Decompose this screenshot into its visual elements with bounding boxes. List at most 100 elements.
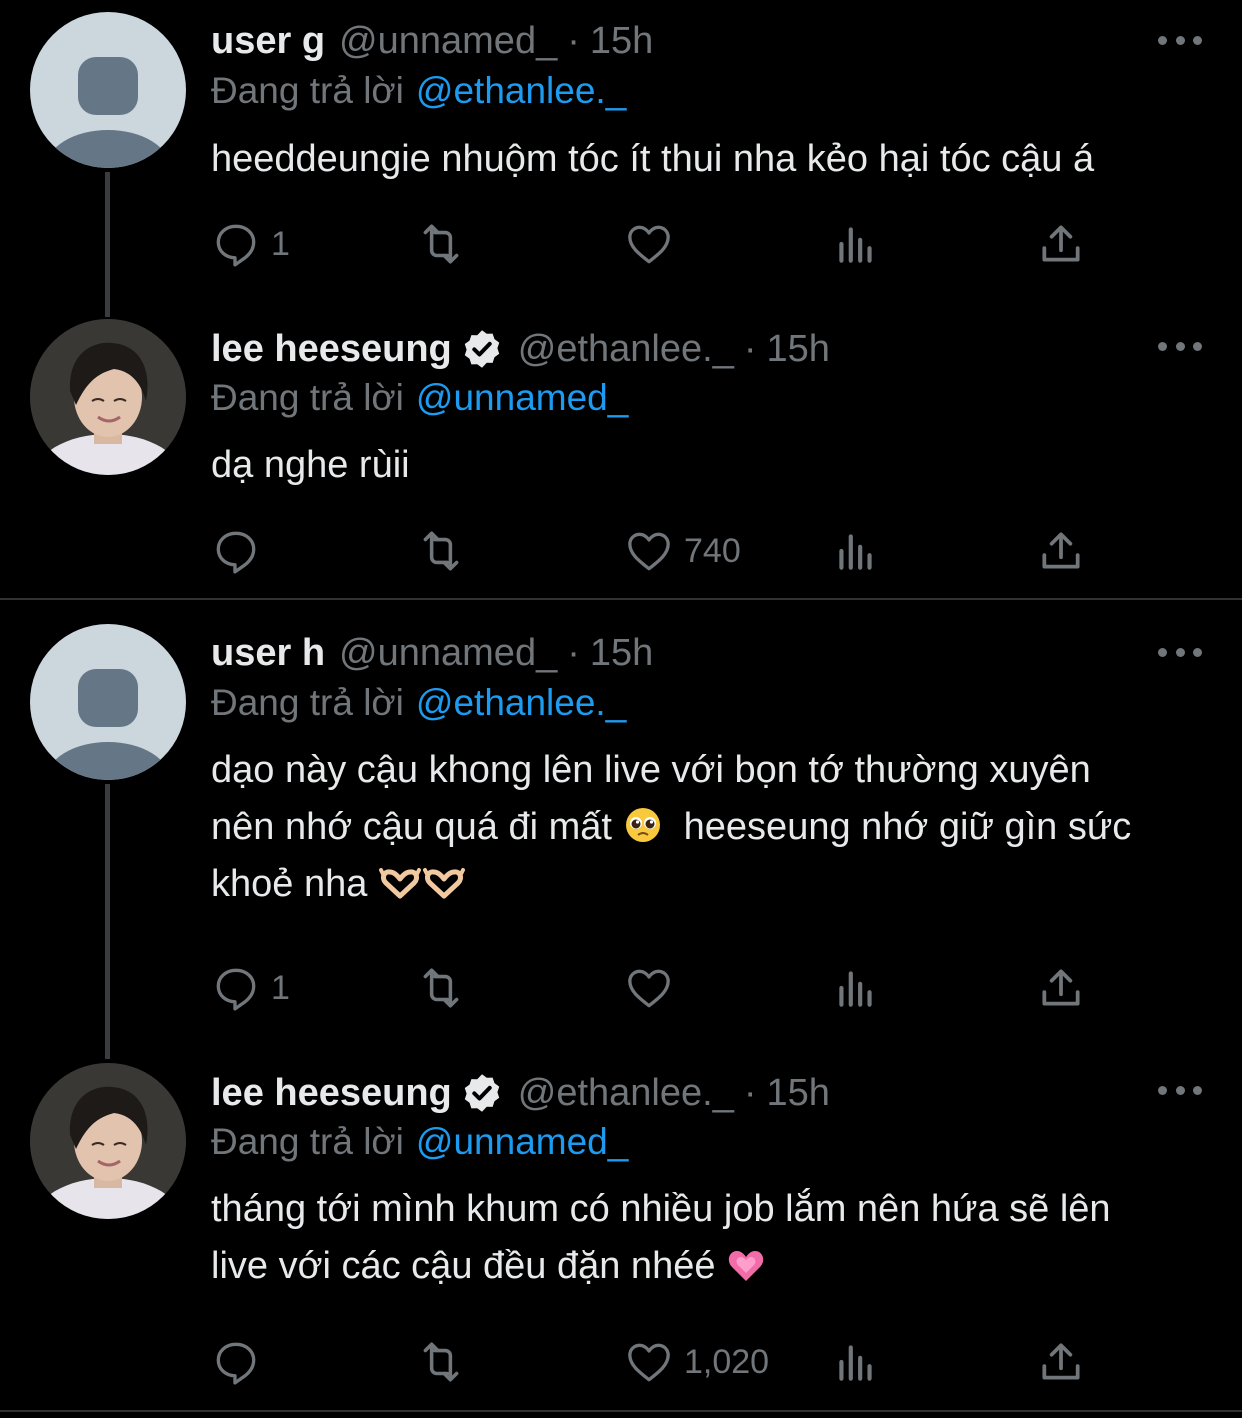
timestamp[interactable]: 15h (590, 20, 653, 63)
replying-to-label: Đang trả lời (211, 70, 404, 111)
reply-button[interactable] (211, 1332, 271, 1392)
retweet-button[interactable] (416, 214, 466, 274)
share-button[interactable] (1036, 214, 1086, 274)
tweet-text-line: heeddeungie nhuộm tóc ít thui nha kẻo hạ… (211, 138, 1095, 180)
replying-to-label: Đang trả lời (211, 377, 404, 418)
tweet-text-line: live với các cậu đều đặn nhéé (211, 1238, 1211, 1295)
separator-dot: · (567, 19, 580, 62)
avatar[interactable] (30, 12, 186, 168)
more-options-button[interactable] (1158, 644, 1202, 660)
mention-link[interactable]: @unnamed_ (416, 1121, 628, 1162)
handle[interactable]: @ethanlee._ (518, 328, 734, 371)
share-icon (1042, 1343, 1080, 1380)
display-name[interactable]: user g (211, 20, 325, 63)
profile-photo-icon (30, 319, 186, 475)
display-name[interactable]: lee heeseung (211, 328, 452, 371)
timestamp[interactable]: 15h (590, 632, 653, 675)
retweet-icon (423, 531, 459, 571)
share-icon (1042, 532, 1080, 569)
analytics-button[interactable] (831, 1332, 881, 1392)
profile-photo-icon (30, 1063, 186, 1219)
mention-link[interactable]: @unnamed_ (416, 377, 628, 418)
analytics-button[interactable] (831, 521, 881, 581)
thread-line (105, 172, 110, 317)
like-count: 740 (684, 531, 741, 570)
tweet-actions: 1,020 (211, 1332, 1091, 1392)
tweet-text: dạo này cậu khong lên live với bọn tớ th… (211, 742, 1211, 913)
avatar[interactable] (30, 624, 186, 780)
more-options-button[interactable] (1158, 338, 1202, 354)
tweet-text: dạ nghe rùii (211, 437, 1211, 494)
separator-dot: · (743, 1071, 757, 1114)
analytics-button[interactable] (831, 214, 881, 274)
reply-button[interactable]: 1 (211, 958, 290, 1018)
share-icon (1042, 969, 1080, 1006)
mention-link[interactable]: @ethanlee._ (416, 682, 626, 723)
reply-icon (216, 968, 256, 1011)
tweet-text-line: tháng tới mình khum có nhiều job lắm nên… (211, 1188, 1111, 1230)
timestamp[interactable]: 15h (767, 1072, 830, 1115)
like-button[interactable]: 1,020 (624, 1332, 769, 1392)
default-avatar-icon (46, 57, 170, 168)
thread-separator (0, 1410, 1242, 1412)
analytics-icon (839, 971, 872, 1007)
tweet-header: user h @unnamed_ · 15h (211, 628, 653, 678)
heart-icon (628, 969, 670, 1008)
heart-icon (628, 1343, 670, 1382)
growing-heart-emoji-icon (728, 1251, 764, 1281)
tweet-text-segment: nên nhớ cậu quá đi mất (211, 806, 612, 848)
pleading-face-emoji-icon (625, 808, 660, 842)
more-options-button[interactable] (1158, 1082, 1202, 1098)
separator-dot: · (567, 631, 580, 674)
heart-hands-emoji-icon (422, 868, 465, 899)
replying-to: Đang trả lời @unnamed_ (211, 1121, 628, 1163)
tweet-header: lee heeseung @ethanlee._ · 15h (211, 1068, 830, 1118)
replying-to-label: Đang trả lời (211, 682, 404, 723)
verified-badge-icon (464, 330, 499, 368)
like-button[interactable]: 740 (624, 521, 741, 581)
analytics-icon (839, 227, 872, 263)
retweet-icon (423, 1342, 459, 1382)
tweet-text-line: nên nhớ cậu quá đi mất heeseung nhớ giữ … (211, 799, 1211, 856)
retweet-icon (423, 224, 459, 264)
tweet-text: tháng tới mình khum có nhiều job lắm nên… (211, 1181, 1211, 1295)
analytics-icon (839, 534, 872, 570)
tweet-header: lee heeseung @ethanlee._ · 15h (211, 324, 830, 374)
analytics-button[interactable] (831, 958, 881, 1018)
handle[interactable]: @ethanlee._ (518, 1072, 734, 1115)
share-button[interactable] (1036, 958, 1086, 1018)
like-button[interactable] (624, 214, 684, 274)
tweet-actions: 1 (211, 214, 1091, 274)
verified-badge-icon (464, 1074, 499, 1112)
default-avatar-icon (46, 669, 170, 780)
replying-to: Đang trả lời @unnamed_ (211, 377, 628, 419)
avatar[interactable] (30, 319, 186, 475)
retweet-button[interactable] (416, 521, 466, 581)
reply-button[interactable] (211, 521, 271, 581)
tweet-text-segment: live với các cậu đều đặn nhéé (211, 1245, 716, 1287)
heart-hands-emoji-icon (378, 868, 421, 899)
handle[interactable]: @unnamed_ (339, 20, 557, 63)
timestamp[interactable]: 15h (767, 328, 830, 371)
display-name[interactable]: lee heeseung (211, 1072, 452, 1115)
reply-button[interactable]: 1 (211, 214, 290, 274)
share-button[interactable] (1036, 1332, 1086, 1392)
retweet-button[interactable] (416, 958, 466, 1018)
thread-separator (0, 598, 1242, 600)
reply-count: 1 (271, 968, 290, 1007)
tweet-text-segment: heeseung nhớ giữ gìn sức (683, 806, 1132, 848)
share-button[interactable] (1036, 521, 1086, 581)
mention-link[interactable]: @ethanlee._ (416, 70, 626, 111)
tweet-text-line: khoẻ nha (211, 856, 1211, 913)
share-icon (1042, 225, 1080, 262)
handle[interactable]: @unnamed_ (339, 632, 557, 675)
more-options-button[interactable] (1158, 32, 1202, 48)
tweet-actions: 1 (211, 958, 1091, 1018)
display-name[interactable]: user h (211, 632, 325, 675)
like-button[interactable] (624, 958, 684, 1018)
retweet-button[interactable] (416, 1332, 466, 1392)
avatar[interactable] (30, 1063, 186, 1219)
reply-count: 1 (271, 224, 290, 263)
thread-line (105, 784, 110, 1059)
tweet-text-line: dạo này cậu khong lên live với bọn tớ th… (211, 749, 1091, 791)
